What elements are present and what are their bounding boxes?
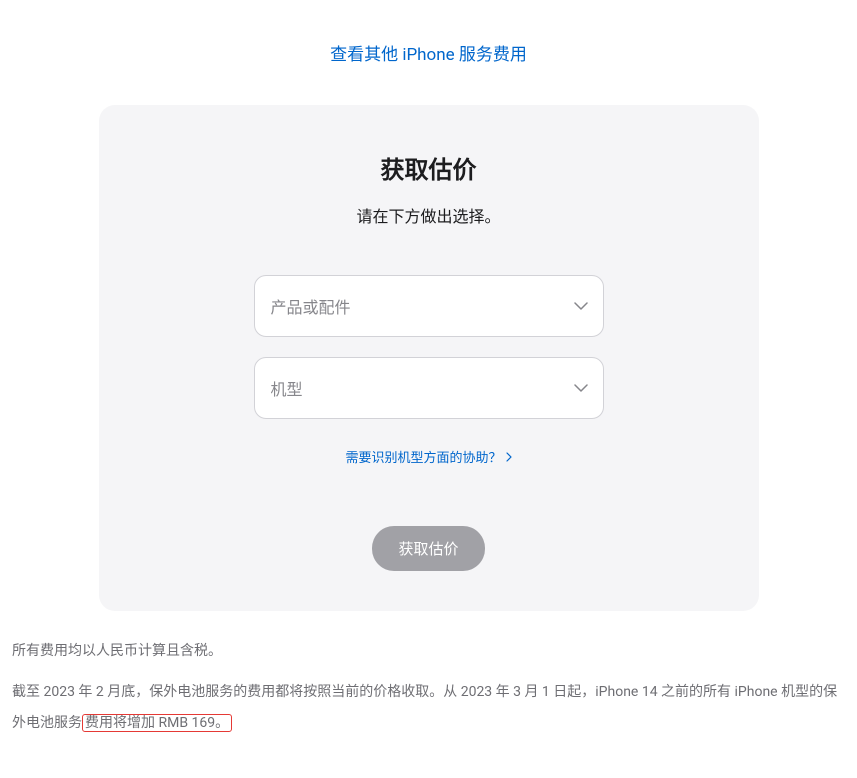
get-estimate-button[interactable]: 获取估价 bbox=[372, 526, 484, 571]
identify-model-help-link[interactable]: 需要识别机型方面的协助？ bbox=[345, 447, 511, 466]
footer-note-2: 截至 2023 年 2 月底，保外电池服务的费用都将按照当前的价格收取。从 20… bbox=[10, 677, 847, 739]
estimate-card: 获取估价 请在下方做出选择。 产品或配件 机型 需要识别机型方面的协助？ 获取估… bbox=[99, 105, 759, 611]
price-increase-highlight: 费用将增加 RMB 169。 bbox=[82, 714, 232, 732]
help-link-text: 需要识别机型方面的协助？ bbox=[345, 447, 501, 466]
footer-note-1: 所有费用均以人民币计算且含税。 bbox=[10, 636, 847, 667]
card-subtitle: 请在下方做出选择。 bbox=[139, 203, 719, 227]
other-services-link[interactable]: 查看其他 iPhone 服务费用 bbox=[10, 40, 847, 65]
product-select[interactable]: 产品或配件 bbox=[254, 275, 604, 337]
chevron-right-icon bbox=[506, 452, 512, 462]
product-select-wrapper: 产品或配件 bbox=[254, 275, 604, 337]
model-select-wrapper: 机型 bbox=[254, 357, 604, 419]
model-select[interactable]: 机型 bbox=[254, 357, 604, 419]
card-title: 获取估价 bbox=[139, 150, 719, 185]
